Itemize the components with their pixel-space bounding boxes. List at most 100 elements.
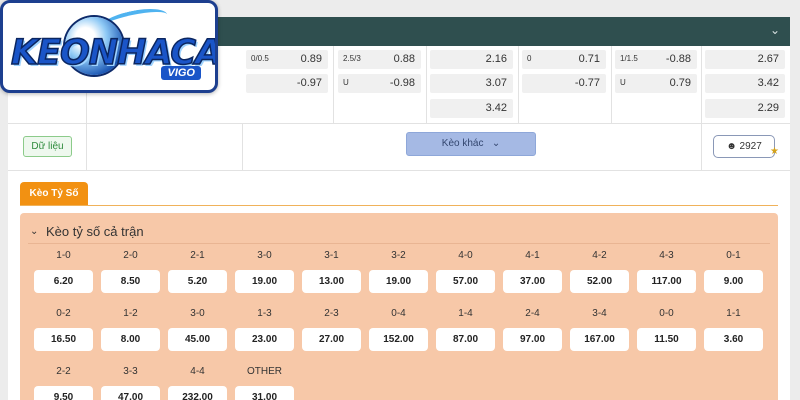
score-item: 3-0 19.00 [235, 249, 294, 297]
score-odds-button[interactable]: 232.00 [168, 386, 227, 400]
score-odds-button[interactable]: 167.00 [570, 328, 629, 351]
logo-sub-text: VIGO [161, 66, 201, 80]
score-label: 2-0 [123, 250, 138, 261]
section-divider [28, 243, 770, 244]
score-item: 2-2 9.50 [34, 365, 93, 400]
column-divider [518, 46, 519, 124]
score-label: 2-2 [56, 366, 71, 377]
score-item: 0-4 152.00 [369, 307, 428, 355]
score-item: 4-2 52.00 [570, 249, 629, 297]
score-odds-button[interactable]: 27.00 [302, 328, 361, 351]
score-odds-button[interactable]: 97.00 [503, 328, 562, 351]
odds-cell[interactable]: 3.07 [430, 74, 513, 93]
score-item: 4-0 57.00 [436, 249, 495, 297]
section-title[interactable]: Kèo tỷ số cả trận [46, 224, 144, 239]
score-odds-button[interactable]: 9.50 [34, 386, 93, 400]
more-odds-button[interactable]: Kèo khác ⌄ [406, 132, 536, 156]
odds-cell[interactable]: 2.16 [430, 50, 513, 69]
score-odds-button[interactable]: 8.00 [101, 328, 160, 351]
more-odds-label: Kèo khác [441, 138, 484, 149]
score-item: 4-4 232.00 [168, 365, 227, 400]
odds-cell[interactable]: U 0.79 [615, 74, 697, 93]
score-label: 4-1 [525, 250, 540, 261]
score-item: 3-3 47.00 [101, 365, 160, 400]
odds-cell[interactable]: 1/1.5 -0.88 [615, 50, 697, 69]
score-odds-button[interactable]: 47.00 [101, 386, 160, 400]
score-item: 3-0 45.00 [168, 307, 227, 355]
score-odds-button[interactable]: 23.00 [235, 328, 294, 351]
chevron-down-icon[interactable]: ⌄ [30, 226, 38, 237]
data-button[interactable]: Dữ liệu [23, 136, 72, 157]
score-label: 4-2 [592, 250, 607, 261]
site-logo[interactable]: KEONHACAI VIGO [0, 0, 218, 93]
score-odds-button[interactable]: 31.00 [235, 386, 294, 400]
score-label: 1-1 [726, 308, 741, 319]
score-label: 1-0 [56, 250, 71, 261]
row-divider [8, 170, 790, 171]
score-label: 3-0 [257, 250, 272, 261]
score-item: 1-2 8.00 [101, 307, 160, 355]
score-odds-button[interactable]: 87.00 [436, 328, 495, 351]
score-item: 1-1 3.60 [704, 307, 763, 355]
score-odds-button[interactable]: 13.00 [302, 270, 361, 293]
odds-cell[interactable]: 3.42 [430, 99, 513, 118]
column-divider [426, 46, 427, 124]
score-odds-button[interactable]: 5.20 [168, 270, 227, 293]
score-odds-button[interactable]: 52.00 [570, 270, 629, 293]
score-item: 1-3 23.00 [235, 307, 294, 355]
chevron-down-icon[interactable]: ⌄ [770, 23, 780, 37]
odds-cell[interactable]: 0 0.71 [522, 50, 606, 69]
score-odds-button[interactable]: 16.50 [34, 328, 93, 351]
score-odds-button[interactable]: 37.00 [503, 270, 562, 293]
chevron-down-icon: ⌄ [486, 138, 501, 149]
score-odds-button[interactable]: 117.00 [637, 270, 696, 293]
score-item: 3-1 13.00 [302, 249, 361, 297]
score-odds-button[interactable]: 152.00 [369, 328, 428, 351]
score-item: OTHER 31.00 [235, 365, 294, 400]
score-item: 1-0 6.20 [34, 249, 93, 297]
score-item: 3-4 167.00 [570, 307, 629, 355]
score-odds-button[interactable]: 19.00 [369, 270, 428, 293]
score-item: 0-1 9.00 [704, 249, 763, 297]
odds-cell[interactable]: U -0.98 [338, 74, 421, 93]
score-odds-button[interactable]: 19.00 [235, 270, 294, 293]
users-icon: ☻ [726, 141, 737, 152]
score-odds-button[interactable]: 6.20 [34, 270, 93, 293]
score-label: 2-3 [324, 308, 339, 319]
column-divider [701, 46, 702, 170]
score-odds-button[interactable]: 8.50 [101, 270, 160, 293]
odds-cell[interactable]: 2.29 [705, 99, 785, 118]
tab-correct-score[interactable]: Kèo Tỷ Số [20, 182, 88, 206]
score-label: 3-1 [324, 250, 339, 261]
score-label: 0-2 [56, 308, 71, 319]
odds-cell[interactable]: 0/0.5 0.89 [246, 50, 328, 69]
correct-score-section: ⌄ Kèo tỷ số cả trận 1-0 6.20 2-0 8.50 2-1 5.2… [20, 213, 778, 400]
column-divider [333, 46, 334, 124]
score-item: 2-1 5.20 [168, 249, 227, 297]
odds-cell[interactable]: 3.42 [705, 74, 785, 93]
viewer-count-button[interactable]: ☻ 2927 [713, 135, 775, 158]
odds-cell[interactable]: 2.5/3 0.88 [338, 50, 421, 69]
odds-cell[interactable]: 2.67 [705, 50, 785, 69]
score-odds-button[interactable]: 9.00 [704, 270, 763, 293]
score-item: 4-1 37.00 [503, 249, 562, 297]
odds-panel: 0/0.5 0.89 -0.97 2.5/3 0.88 U -0.98 2.16… [8, 46, 790, 400]
score-label: 0-1 [726, 250, 741, 261]
score-item: 0-0 11.50 [637, 307, 696, 355]
score-label: 1-2 [123, 308, 138, 319]
odds-cell[interactable]: -0.97 [246, 74, 328, 93]
score-odds-button[interactable]: 57.00 [436, 270, 495, 293]
score-odds-button[interactable]: 11.50 [637, 328, 696, 351]
score-label: 3-3 [123, 366, 138, 377]
pin-icon[interactable]: ★ [770, 146, 779, 157]
score-odds-button[interactable]: 45.00 [168, 328, 227, 351]
odds-cell[interactable]: -0.77 [522, 74, 606, 93]
column-divider [242, 124, 243, 170]
tab-underline [20, 205, 778, 206]
score-label: OTHER [247, 366, 282, 377]
column-divider [611, 46, 612, 124]
score-grid: 1-0 6.20 2-0 8.50 2-1 5.20 3-0 19.00 3-1 13.00 3-2… [34, 249, 774, 400]
score-label: 2-1 [190, 250, 205, 261]
viewer-count: 2927 [739, 141, 762, 152]
score-odds-button[interactable]: 3.60 [704, 328, 763, 351]
